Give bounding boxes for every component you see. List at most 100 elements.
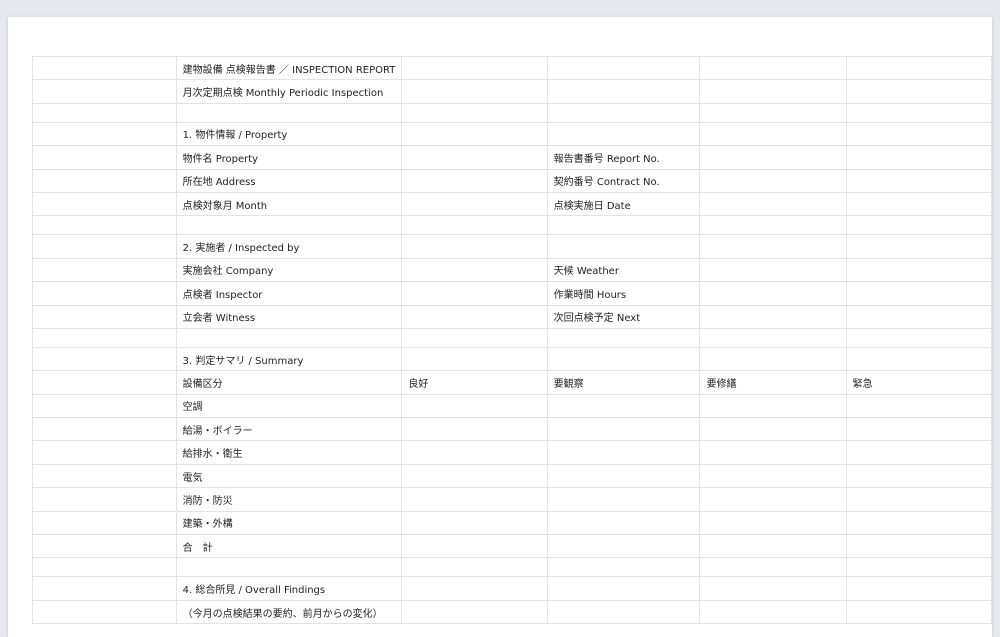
section-heading-summary[interactable]: 3. 判定サマリ / Summary xyxy=(175,346,403,372)
cell[interactable] xyxy=(546,234,701,259)
cell[interactable] xyxy=(546,55,701,81)
cell[interactable] xyxy=(845,145,993,170)
cell[interactable] xyxy=(845,281,993,306)
report-subtitle[interactable]: 月次定期点検 Monthly Periodic Inspection xyxy=(175,79,403,104)
cell[interactable] xyxy=(845,168,993,193)
cell[interactable] xyxy=(546,79,701,104)
cell[interactable] xyxy=(845,304,993,329)
month-label[interactable]: 点検対象月 Month xyxy=(175,191,403,217)
cell[interactable] xyxy=(401,599,548,625)
cell[interactable] xyxy=(401,440,548,465)
category-label[interactable]: 消防・防災 xyxy=(175,487,403,512)
cell[interactable] xyxy=(546,327,701,348)
cell[interactable] xyxy=(546,346,701,372)
cell[interactable] xyxy=(32,145,177,170)
cell[interactable] xyxy=(401,417,548,442)
cell[interactable] xyxy=(546,576,701,601)
cell[interactable] xyxy=(32,576,177,601)
cell[interactable] xyxy=(699,534,847,559)
cell[interactable] xyxy=(699,191,847,217)
cell[interactable] xyxy=(699,121,847,147)
cell[interactable] xyxy=(546,417,701,442)
cell[interactable] xyxy=(546,557,701,578)
cell[interactable] xyxy=(32,370,177,395)
cell[interactable] xyxy=(699,487,847,512)
header-observe[interactable]: 要観察 xyxy=(546,370,701,395)
category-label[interactable]: 給湯・ボイラー xyxy=(175,417,403,442)
cell[interactable] xyxy=(845,191,993,217)
category-label[interactable]: 建築・外構 xyxy=(175,510,403,536)
cell[interactable] xyxy=(175,215,403,236)
cell[interactable] xyxy=(401,327,548,348)
cell[interactable] xyxy=(401,257,548,283)
cell[interactable] xyxy=(175,102,403,123)
total-label[interactable]: 合 計 xyxy=(175,534,403,559)
company-label[interactable]: 実施会社 Company xyxy=(175,257,403,283)
cell[interactable] xyxy=(401,145,548,170)
header-category[interactable]: 設備区分 xyxy=(175,370,403,395)
cell[interactable] xyxy=(845,557,993,578)
cell[interactable] xyxy=(401,168,548,193)
cell[interactable] xyxy=(401,55,548,81)
cell[interactable] xyxy=(845,417,993,442)
hours-label[interactable]: 作業時間 Hours xyxy=(546,281,701,306)
cell[interactable] xyxy=(546,393,701,419)
cell[interactable] xyxy=(32,417,177,442)
cell[interactable] xyxy=(32,102,177,123)
cell[interactable] xyxy=(699,417,847,442)
cell[interactable] xyxy=(401,393,548,419)
cell[interactable] xyxy=(546,215,701,236)
cell[interactable] xyxy=(401,79,548,104)
section-heading-property[interactable]: 1. 物件情報 / Property xyxy=(175,121,403,147)
category-label[interactable]: 電気 xyxy=(175,463,403,489)
cell[interactable] xyxy=(699,510,847,536)
cell[interactable] xyxy=(845,121,993,147)
cell[interactable] xyxy=(401,510,548,536)
cell[interactable] xyxy=(32,327,177,348)
cell[interactable] xyxy=(401,576,548,601)
cell[interactable] xyxy=(401,304,548,329)
cell[interactable] xyxy=(546,487,701,512)
cell[interactable] xyxy=(32,463,177,489)
cell[interactable] xyxy=(699,463,847,489)
cell[interactable] xyxy=(32,191,177,217)
cell[interactable] xyxy=(699,234,847,259)
cell[interactable] xyxy=(845,393,993,419)
cell[interactable] xyxy=(175,557,403,578)
cell[interactable] xyxy=(32,55,177,81)
cell[interactable] xyxy=(32,393,177,419)
cell[interactable] xyxy=(699,145,847,170)
cell[interactable] xyxy=(401,121,548,147)
date-label[interactable]: 点検実施日 Date xyxy=(546,191,701,217)
report-title[interactable]: 建物設備 点検報告書 ／ INSPECTION REPORT xyxy=(175,55,403,81)
cell[interactable] xyxy=(845,534,993,559)
section-heading-inspected[interactable]: 2. 実施者 / Inspected by xyxy=(175,234,403,259)
report-no-label[interactable]: 報告書番号 Report No. xyxy=(546,145,701,170)
cell[interactable] xyxy=(546,463,701,489)
cell[interactable] xyxy=(845,234,993,259)
cell[interactable] xyxy=(32,121,177,147)
cell[interactable] xyxy=(845,215,993,236)
cell[interactable] xyxy=(32,79,177,104)
cell[interactable] xyxy=(32,281,177,306)
section-heading-findings[interactable]: 4. 総合所見 / Overall Findings xyxy=(175,576,403,601)
cell[interactable] xyxy=(699,215,847,236)
cell[interactable] xyxy=(699,557,847,578)
header-urgent[interactable]: 緊急 xyxy=(845,370,993,395)
cell[interactable] xyxy=(845,576,993,601)
cell[interactable] xyxy=(699,79,847,104)
cell[interactable] xyxy=(32,346,177,372)
cell[interactable] xyxy=(546,121,701,147)
property-label[interactable]: 物件名 Property xyxy=(175,145,403,170)
cell[interactable] xyxy=(845,599,993,625)
inspector-label[interactable]: 点検者 Inspector xyxy=(175,281,403,306)
header-repair[interactable]: 要修繕 xyxy=(699,370,847,395)
cell[interactable] xyxy=(32,534,177,559)
cell[interactable] xyxy=(401,215,548,236)
cell[interactable] xyxy=(401,534,548,559)
cell[interactable] xyxy=(401,346,548,372)
cell[interactable] xyxy=(401,191,548,217)
findings-note[interactable]: （今月の点検結果の要約、前月からの変化） xyxy=(175,599,403,625)
witness-label[interactable]: 立会者 Witness xyxy=(175,304,403,329)
address-label[interactable]: 所在地 Address xyxy=(175,168,403,193)
